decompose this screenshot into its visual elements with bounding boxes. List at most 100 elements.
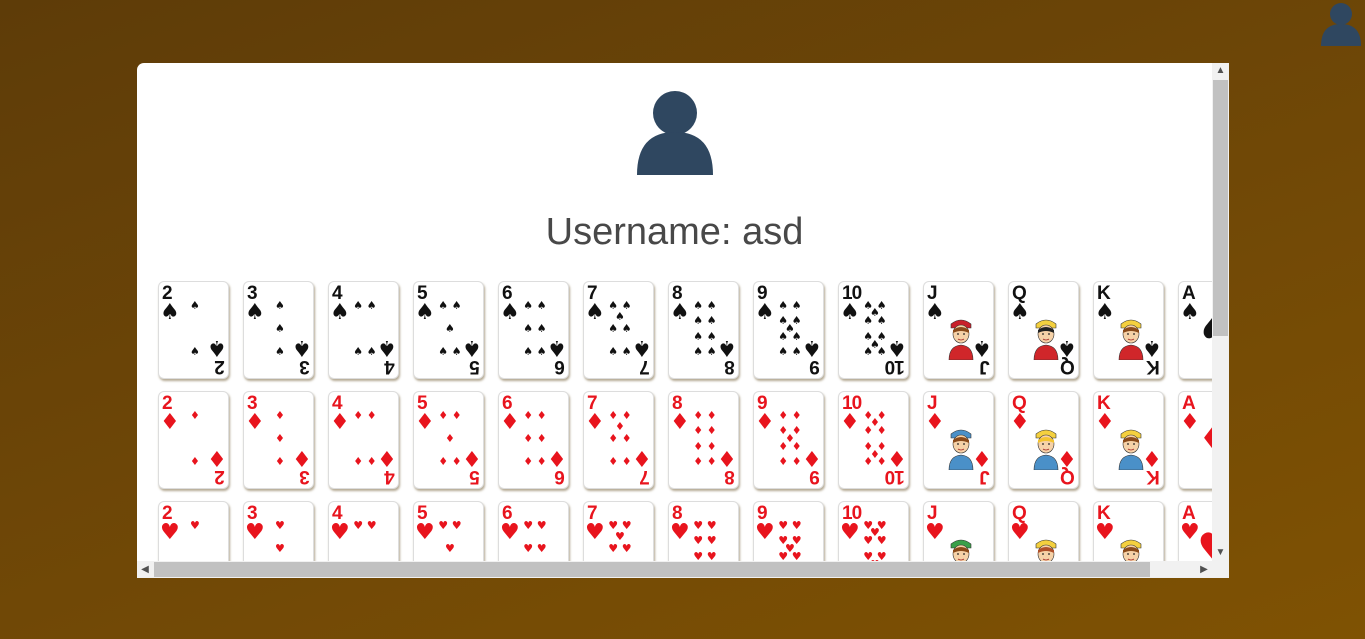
card-corner-rotated: 2 ♠ [207, 335, 227, 377]
heart-pip-icon: ♥ [523, 518, 534, 532]
card-k-of-hearts[interactable]: K♥K♥ [1093, 501, 1164, 561]
spade-pip-icon: ♠ [608, 345, 619, 359]
card-5-of-hearts[interactable]: 5♥5♥♥♥♥♥♥ [413, 501, 484, 561]
spade-pip-icon: ♠ [706, 298, 717, 312]
spade-suit-icon: ♠ [377, 335, 397, 360]
card-a-of-spades[interactable]: A♠A♠♠ [1178, 281, 1212, 379]
scroll-left-icon[interactable]: ◀ [137, 561, 153, 578]
card-7-of-spades[interactable]: 7 ♠ 7 ♠ ♠ ♠ ♠ ♠ ♠ ♠ ♠ [583, 281, 654, 379]
diamond-suit-icon: ♦ [925, 410, 945, 435]
card-j-of-hearts[interactable]: J♥J♥ [923, 501, 994, 561]
diamond-pip-icon: ♦ [621, 455, 632, 469]
spade-pip-icon: ♠ [621, 298, 632, 312]
heart-pip-icon: ♥ [445, 542, 455, 555]
vertical-scroll-thumb[interactable] [1213, 80, 1228, 336]
card-k-of-spades[interactable]: K ♠ K ♠ [1093, 281, 1164, 379]
diamond-pip-icon: ♦ [791, 439, 802, 453]
card-9-of-hearts[interactable]: 9♥9♥♥♥♥♥♥♥♥♥♥ [753, 501, 824, 561]
card-4-of-spades[interactable]: 4 ♠ 4 ♠ ♠ ♠ ♠ ♠ [328, 281, 399, 379]
spade-suit-icon: ♠ [887, 335, 907, 360]
card-6-of-spades[interactable]: 6 ♠ 6 ♠ ♠ ♠ ♠ ♠ ♠ ♠ [498, 281, 569, 379]
card-2-of-diamonds[interactable]: 2 ♦ 2 ♦ ♦ ♦ [158, 391, 229, 489]
card-corner-rotated: 2 ♦ [207, 445, 227, 487]
heart-pip-icon: ♥ [791, 549, 802, 561]
diamond-suit-icon: ♦ [755, 410, 775, 435]
vertical-scrollbar[interactable]: ▲ ▼ [1212, 63, 1229, 561]
diamond-pip-icon: ♦ [438, 408, 449, 422]
card-9-of-spades[interactable]: 9 ♠ 9 ♠ ♠ ♠ ♠ ♠ ♠ ♠ ♠ ♠ ♠ [753, 281, 824, 379]
card-3-of-diamonds[interactable]: 3 ♦ 3 ♦ ♦ ♦ ♦ [243, 391, 314, 489]
diamond-pip-icon: ♦ [608, 455, 619, 469]
spade-suit-icon: ♠ [160, 300, 180, 325]
card-j-of-diamonds[interactable]: J ♦ J ♦ [923, 391, 994, 489]
user-avatar-icon [637, 91, 713, 175]
diamond-pip-icon: ♦ [693, 455, 704, 469]
card-5-of-spades[interactable]: 5 ♠ 5 ♠ ♠ ♠ ♠ ♠ ♠ [413, 281, 484, 379]
spade-suit-icon: ♠ [1010, 300, 1030, 325]
diamond-pip-icon: ♦ [706, 408, 717, 422]
card-q-of-hearts[interactable]: Q♥Q♥ [1008, 501, 1079, 561]
card-q-of-diamonds[interactable]: Q ♦ Q ♦ [1008, 391, 1079, 489]
diamond-pip-icon: ♦ [536, 408, 547, 422]
heart-pip-icon: ♥ [353, 518, 364, 532]
scroll-right-icon[interactable]: ▶ [1196, 561, 1212, 578]
diamond-pip-icon: ♦ [706, 439, 717, 453]
card-4-of-diamonds[interactable]: 4 ♦ 4 ♦ ♦ ♦ ♦ ♦ [328, 391, 399, 489]
spade-pip-icon: ♠ [621, 345, 632, 359]
card-k-of-diamonds[interactable]: K ♦ K ♦ [1093, 391, 1164, 489]
card-6-of-hearts[interactable]: 6♥6♥♥♥♥♥♥♥ [498, 501, 569, 561]
card-5-of-diamonds[interactable]: 5 ♦ 5 ♦ ♦ ♦ ♦ ♦ ♦ [413, 391, 484, 489]
card-3-of-hearts[interactable]: 3♥3♥♥♥♥ [243, 501, 314, 561]
heart-pip-icon: ♥ [275, 518, 285, 532]
card-q-of-spades[interactable]: Q ♠ Q ♠ [1008, 281, 1079, 379]
card-8-of-hearts[interactable]: 8♥8♥♥♥♥♥♥♥♥♥ [668, 501, 739, 561]
spade-pip-icon: ♠ [451, 345, 462, 359]
card-8-of-spades[interactable]: 8 ♠ 8 ♠ ♠ ♠ ♠ ♠ ♠ ♠ ♠ ♠ [668, 281, 739, 379]
scroll-down-icon[interactable]: ▼ [1212, 545, 1229, 561]
diamond-pip-icon: ♦ [693, 439, 704, 453]
diamond-pip-icon: ♦ [451, 408, 462, 422]
card-3-of-spades[interactable]: 3 ♠ 3 ♠ ♠ ♠ ♠ [243, 281, 314, 379]
card-8-of-diamonds[interactable]: 8 ♦ 8 ♦ ♦ ♦ ♦ ♦ ♦ ♦ ♦ ♦ [668, 391, 739, 489]
spade-suit-icon: ♠ [547, 335, 567, 360]
spade-pip-icon: ♠ [706, 329, 717, 343]
card-9-of-diamonds[interactable]: 9 ♦ 9 ♦ ♦ ♦ ♦ ♦ ♦ ♦ ♦ ♦ ♦ [753, 391, 824, 489]
user-profile-icon[interactable] [1318, 2, 1364, 46]
scroll-up-icon[interactable]: ▲ [1212, 63, 1229, 79]
diamond-suit-icon: ♦ [415, 410, 435, 435]
card-7-of-diamonds[interactable]: 7 ♦ 7 ♦ ♦ ♦ ♦ ♦ ♦ ♦ ♦ [583, 391, 654, 489]
heart-pip-icon: ♥ [608, 542, 619, 555]
spade-pip-icon: ♠ [791, 329, 802, 343]
card-2-of-hearts[interactable]: 2♥2♥♥♥ [158, 501, 229, 561]
king-figure-icon [1120, 539, 1142, 561]
card-j-of-spades[interactable]: J ♠ J ♠ [923, 281, 994, 379]
horizontal-scrollbar[interactable]: ◀ ▶ [137, 561, 1212, 578]
diamond-pip-icon: ♦ [523, 455, 534, 469]
card-corner-rotated: 8 ♠ [717, 335, 737, 377]
spade-pip-icon: ♠ [693, 329, 704, 343]
card-6-of-diamonds[interactable]: 6 ♦ 6 ♦ ♦ ♦ ♦ ♦ ♦ ♦ [498, 391, 569, 489]
diamond-pip-icon: ♦ [536, 432, 547, 445]
card-10-of-diamonds[interactable]: 10 ♦ 10 ♦ ♦ ♦ ♦ ♦ ♦ ♦ ♦ ♦ ♦ ♦ [838, 391, 909, 489]
spade-suit-icon: ♠ [1095, 300, 1115, 325]
heart-pip-icon: ♥ [190, 518, 200, 532]
spade-pip-icon: ♠ [863, 314, 874, 328]
card-10-of-hearts[interactable]: 10♥10♥♥♥♥♥♥♥♥♥♥♥ [838, 501, 909, 561]
heart-pip-icon: ♥ [366, 518, 377, 532]
diamond-pip-icon: ♦ [536, 455, 547, 469]
spade-pip-icon: ♠ [693, 345, 704, 359]
diamond-pip-icon: ♦ [778, 408, 789, 422]
card-corner-rotated: 5 ♦ [462, 445, 482, 487]
scrollbar-corner [1212, 561, 1229, 578]
card-a-of-diamonds[interactable]: A♦A♦♦ [1178, 391, 1212, 489]
card-10-of-spades[interactable]: 10 ♠ 10 ♠ ♠ ♠ ♠ ♠ ♠ ♠ ♠ ♠ ♠ ♠ [838, 281, 909, 379]
diamond-suit-icon: ♦ [887, 445, 907, 470]
horizontal-scroll-thumb[interactable] [154, 562, 1150, 577]
card-7-of-hearts[interactable]: 7♥7♥♥♥♥♥♥♥♥ [583, 501, 654, 561]
heart-pip-icon: ♥ [693, 534, 704, 548]
card-2-of-spades[interactable]: 2 ♠ 2 ♠ ♠ ♠ [158, 281, 229, 379]
card-a-of-hearts[interactable]: A♥A♥♥ [1178, 501, 1212, 561]
diamond-suit-icon: ♦ [207, 445, 227, 470]
card-4-of-hearts[interactable]: 4♥4♥♥♥♥♥ [328, 501, 399, 561]
spade-pip-icon: ♠ [608, 298, 619, 312]
